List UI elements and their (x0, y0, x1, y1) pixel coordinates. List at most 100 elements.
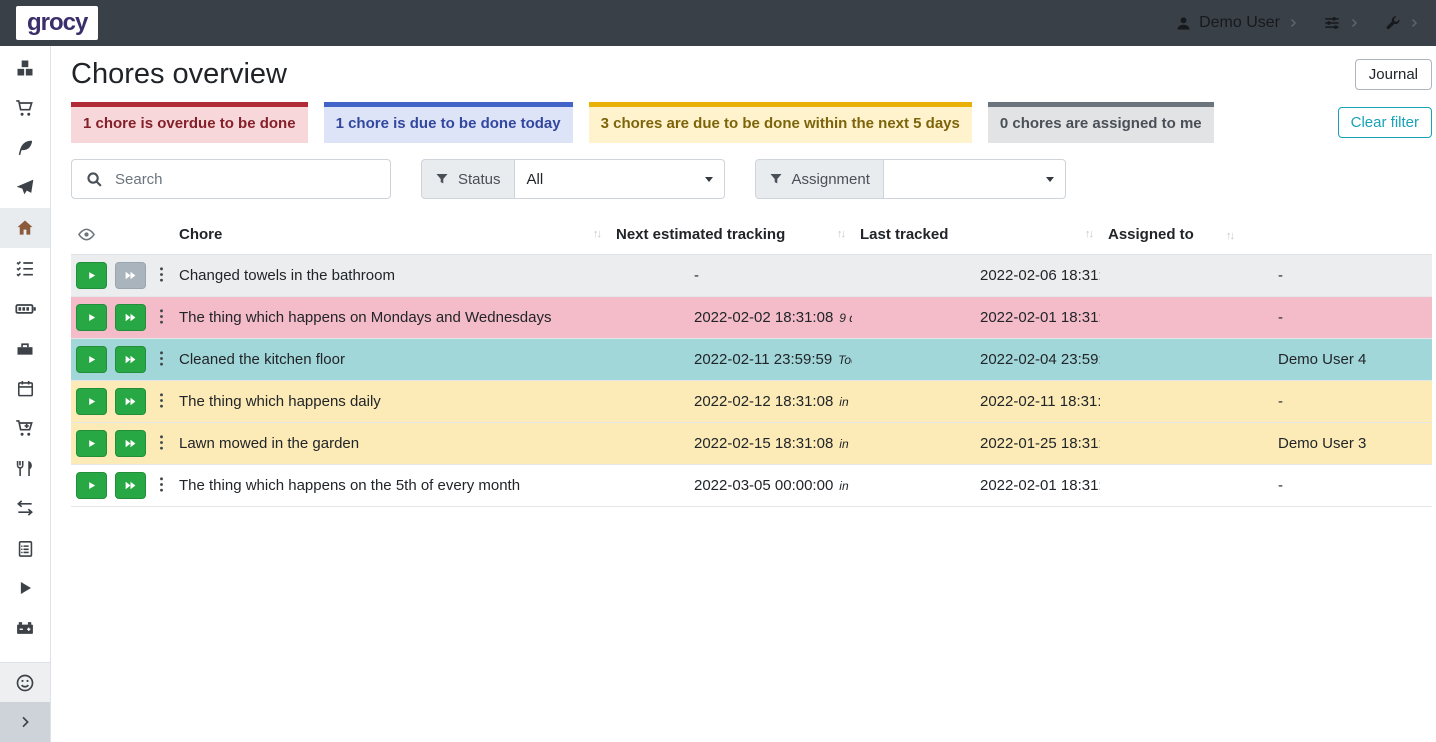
assigned-to: - (1100, 297, 1432, 339)
fast-forward-icon (124, 437, 137, 450)
assigned-to: - (1100, 255, 1432, 297)
next-tracking-time: 2022-02-02 18:31:08 (694, 309, 833, 326)
column-header-last-tracked[interactable]: Last tracked ↑↓ (852, 213, 1100, 255)
due-soon-card[interactable]: 3 chores are due to be done within the n… (589, 102, 972, 143)
sidebar-item-paper-plane[interactable] (0, 168, 50, 208)
row-menu-button[interactable] (154, 264, 169, 288)
cart-plus-icon (15, 418, 35, 438)
clear-filter-button[interactable]: Clear filter (1338, 107, 1432, 138)
last-tracked-time: 2022-02-04 23:59:59 (980, 351, 1100, 368)
row-menu-button[interactable] (154, 432, 169, 456)
sidebar-item-shopping-cart[interactable] (0, 88, 50, 128)
fast-forward-icon (124, 395, 137, 408)
table-row: Cleaned the kitchen floor 2022-02-11 23:… (71, 339, 1432, 381)
sidebar-item-smiley[interactable] (0, 662, 50, 702)
kebab-menu-icon (159, 308, 164, 325)
status-select[interactable]: All (515, 159, 725, 199)
row-menu-button[interactable] (154, 390, 169, 414)
app-logo-text: grocy (27, 11, 87, 35)
skip-chore-button[interactable] (115, 388, 146, 415)
skip-chore-button[interactable] (115, 262, 146, 289)
table-row: The thing which happens on Mondays and W… (71, 297, 1432, 339)
sidebar-item-cart-plus[interactable] (0, 408, 50, 448)
user-menu[interactable]: Demo User (1175, 14, 1299, 32)
row-menu-button[interactable] (154, 348, 169, 372)
next-tracking-time: 2022-02-11 23:59:59 (694, 351, 832, 368)
sidebar-item-tasks[interactable] (0, 248, 50, 288)
sidebar-item-toolbox[interactable] (0, 328, 50, 368)
paper-plane-icon (15, 178, 35, 198)
track-chore-button[interactable] (76, 430, 107, 457)
kebab-menu-icon (159, 476, 164, 493)
status-filter-group: Status All (421, 159, 725, 199)
admin-menu[interactable] (1384, 15, 1420, 32)
sidebar-item-clipboard-list[interactable] (0, 528, 50, 568)
kebab-menu-icon (159, 350, 164, 367)
skip-chore-button[interactable] (115, 304, 146, 331)
row-menu-button[interactable] (154, 306, 169, 330)
sidebar-item-calendar[interactable] (0, 368, 50, 408)
sidebar-item-feather[interactable] (0, 128, 50, 168)
car-battery-icon (15, 618, 35, 638)
assigned-to-me-card[interactable]: 0 chores are assigned to me (988, 102, 1214, 143)
utensils-icon (16, 459, 35, 478)
kebab-menu-icon (159, 392, 164, 409)
sidebar-item-home[interactable] (0, 208, 50, 248)
play-icon (16, 579, 34, 597)
sidebar-item-utensils[interactable] (0, 448, 50, 488)
next-tracking-relative: in 4 days (839, 437, 852, 451)
search-input[interactable] (113, 170, 390, 189)
last-tracked-time: 2022-02-11 18:31:08 (980, 393, 1100, 410)
smiley-icon (15, 673, 35, 693)
overdue-card[interactable]: 1 chore is overdue to be done (71, 102, 308, 143)
track-chore-button[interactable] (76, 304, 107, 331)
sidebar-item-boxes[interactable] (0, 48, 50, 88)
battery-icon (15, 298, 36, 319)
filter-funnel-icon (769, 172, 783, 186)
next-tracking-relative: 9 days ago (839, 311, 852, 325)
assignment-select[interactable] (884, 159, 1066, 199)
sidebar-item-car-battery[interactable] (0, 608, 50, 648)
column-header-next-estimated-tracking[interactable]: Next estimated tracking ↑↓ (608, 213, 852, 255)
calendar-icon (16, 379, 35, 398)
table-row: Lawn mowed in the garden 2022-02-15 18:3… (71, 423, 1432, 465)
toolbox-icon (15, 338, 35, 358)
chore-name: The thing which happens daily (171, 381, 608, 423)
track-chore-button[interactable] (76, 472, 107, 499)
feather-icon (15, 138, 35, 158)
tasks-icon (15, 258, 35, 278)
sidebar-expand-toggle[interactable] (0, 702, 50, 742)
row-menu-button[interactable] (154, 474, 169, 498)
user-icon (1175, 15, 1192, 32)
column-header-assigned-to[interactable]: Assigned to ↑↓ (1100, 213, 1432, 255)
column-header-chore[interactable]: Chore ↑↓ (171, 213, 608, 255)
due-today-card[interactable]: 1 chore is due to be done today (324, 102, 573, 143)
fast-forward-icon (124, 353, 137, 366)
next-tracking-time: 2022-02-15 18:31:08 (694, 435, 833, 452)
chevron-right-icon (1287, 17, 1299, 29)
sidebar-item-play[interactable] (0, 568, 50, 608)
sidebar-item-exchange-arrows[interactable] (0, 488, 50, 528)
sidebar-item-battery[interactable] (0, 288, 50, 328)
play-icon (86, 480, 97, 491)
assigned-to: Demo User 3 (1100, 423, 1432, 465)
search-group (71, 159, 391, 199)
track-chore-button[interactable] (76, 262, 107, 289)
skip-chore-button[interactable] (115, 472, 146, 499)
settings-menu[interactable] (1323, 14, 1360, 32)
skip-chore-button[interactable] (115, 430, 146, 457)
fast-forward-icon (124, 479, 137, 492)
last-tracked-time: 2022-02-01 18:31:08 (980, 477, 1100, 494)
skip-chore-button[interactable] (115, 346, 146, 373)
next-tracking-time: 2022-03-05 00:00:00 (694, 477, 833, 494)
track-chore-button[interactable] (76, 388, 107, 415)
track-chore-button[interactable] (76, 346, 107, 373)
wrench-icon (1384, 15, 1401, 32)
chore-name: Lawn mowed in the garden (171, 423, 608, 465)
journal-button[interactable]: Journal (1355, 59, 1432, 90)
shopping-cart-icon (15, 98, 35, 118)
app-logo[interactable]: grocy (16, 6, 98, 40)
eye-icon[interactable] (77, 225, 96, 244)
chores-table: Chore ↑↓ Next estimated tracking ↑↓ Last… (71, 213, 1432, 507)
table-row: Changed towels in the bathroom - 2022-02… (71, 255, 1432, 297)
